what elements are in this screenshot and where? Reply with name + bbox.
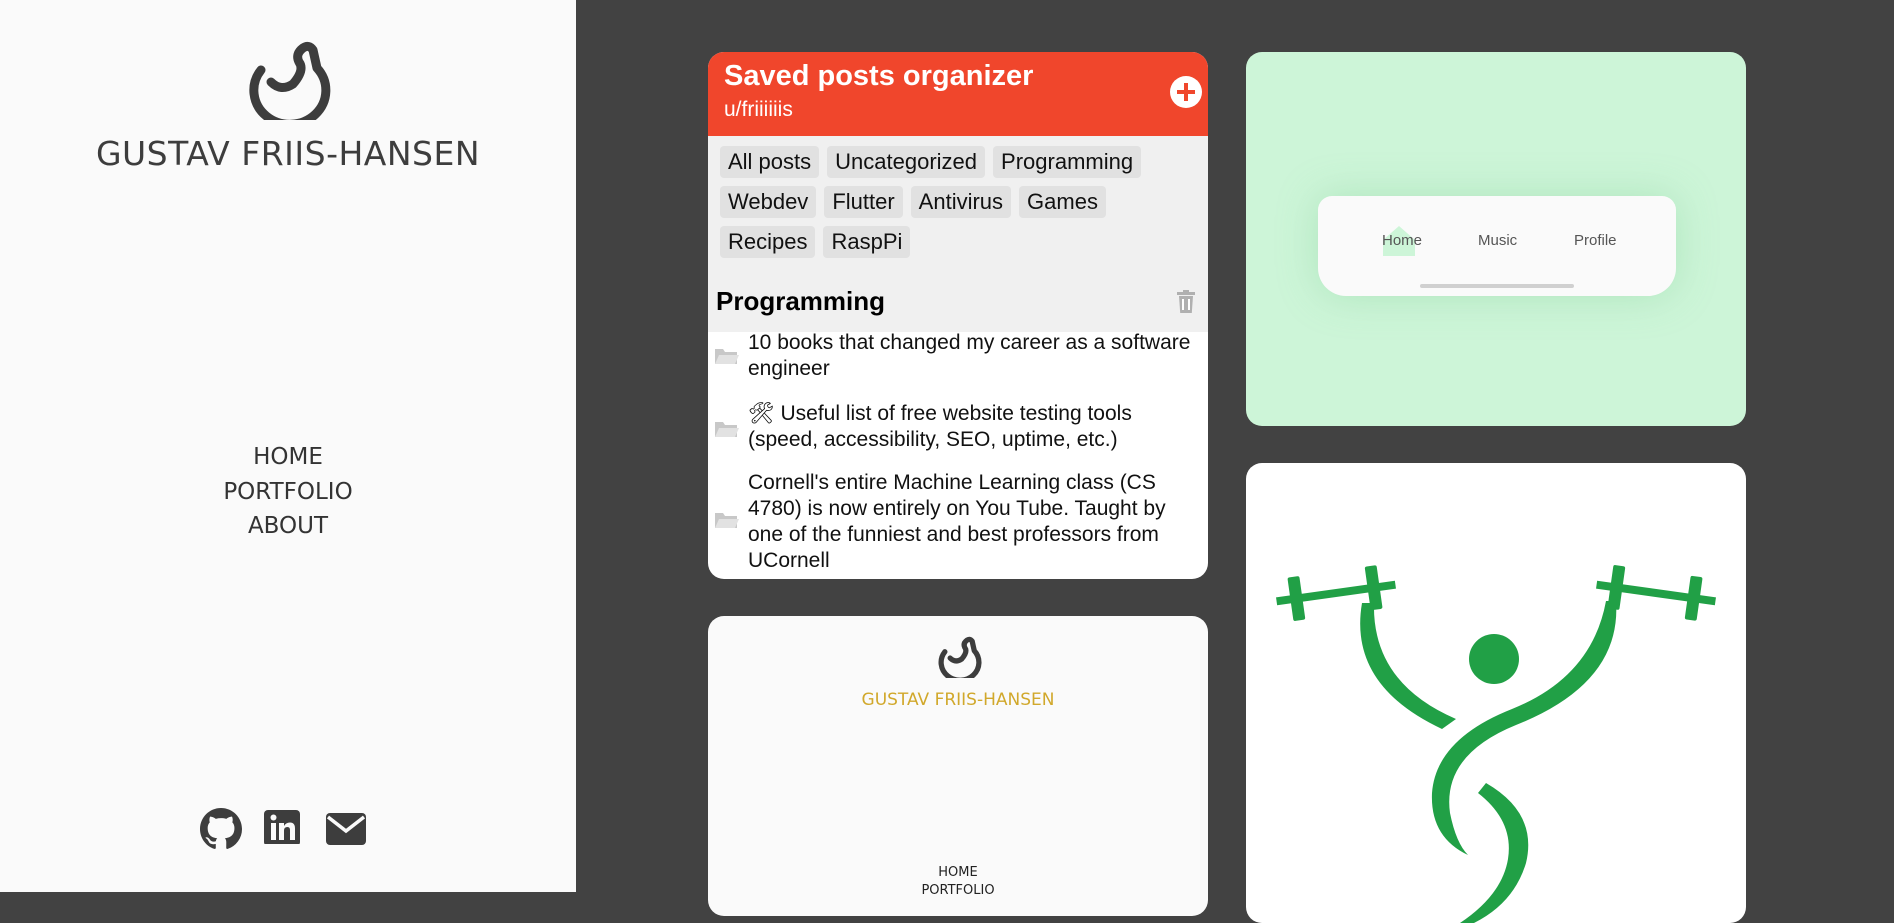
email-icon[interactable]	[326, 813, 366, 845]
nav-mockup-card[interactable]: Home Music Profile	[1246, 52, 1746, 426]
nav-about[interactable]: ABOUT	[0, 509, 576, 544]
folder-icon	[715, 349, 739, 364]
app-title: Saved posts organizer	[724, 60, 1034, 92]
tag-flutter[interactable]: Flutter	[824, 186, 903, 218]
nav-portfolio[interactable]: PORTFOLIO	[0, 475, 576, 510]
post-title: Cornell's entire Machine Learning class …	[748, 471, 1166, 572]
sidebar: GUSTAV FRIIS-HANSEN HOME PORTFOLIO ABOUT	[0, 0, 576, 892]
linkedin-icon[interactable]	[264, 808, 300, 844]
github-icon[interactable]	[200, 808, 242, 850]
preview-site-name: GUSTAV FRIIS-HANSEN	[861, 690, 1055, 710]
site-name: GUSTAV FRIIS-HANSEN	[95, 134, 481, 173]
website-preview-card[interactable]: GUSTAV FRIIS-HANSEN HOME PORTFOLIO	[708, 616, 1208, 916]
list-item[interactable]: 🛠 Useful list of free website testing to…	[714, 401, 1204, 457]
nav-item-profile[interactable]: Profile	[1574, 232, 1617, 249]
nav-item-home[interactable]: Home	[1382, 232, 1422, 249]
tag-programming[interactable]: Programming	[993, 146, 1142, 178]
trash-icon[interactable]	[1176, 290, 1196, 314]
tag-antivirus[interactable]: Antivirus	[910, 186, 1012, 218]
list-item[interactable]: Cornell's entire Machine Learning class …	[714, 470, 1204, 578]
folder-icon	[715, 513, 739, 528]
fitness-logo-card[interactable]	[1246, 463, 1746, 923]
g-swirl-logo-icon	[938, 636, 982, 678]
preview-nav-home: HOME	[938, 865, 978, 880]
home-indicator	[1420, 284, 1574, 288]
tag-all-posts[interactable]: All posts	[720, 146, 820, 178]
tag-games[interactable]: Games	[1019, 186, 1106, 218]
card-header: Saved posts organizer u/friiiiiis	[708, 52, 1208, 136]
nav-item-music[interactable]: Music	[1478, 232, 1517, 249]
tag-uncategorized[interactable]: Uncategorized	[827, 146, 986, 178]
weightlifter-logo-icon	[1276, 565, 1716, 923]
folder-icon	[715, 422, 739, 437]
post-title: 🛠 Useful list of free website testing to…	[748, 402, 1132, 451]
main-nav: HOME PORTFOLIO ABOUT	[0, 440, 576, 544]
post-title: 10 books that changed my career as a sof…	[748, 331, 1191, 380]
tag-raspi[interactable]: RaspPi	[823, 226, 911, 258]
saved-posts-card[interactable]: Saved posts organizer u/friiiiiis All po…	[708, 52, 1208, 579]
section-title: Programming	[716, 286, 886, 316]
preview-nav: HOME PORTFOLIO	[708, 864, 1208, 900]
list-item[interactable]: 10 books that changed my career as a sof…	[714, 330, 1204, 386]
tag-webdev[interactable]: Webdev	[720, 186, 817, 218]
add-icon[interactable]	[1170, 76, 1202, 108]
preview-nav-portfolio: PORTFOLIO	[921, 883, 995, 898]
username: u/friiiiiis	[724, 98, 793, 121]
nav-home[interactable]: HOME	[0, 440, 576, 475]
bottom-nav-bar: Home Music Profile	[1318, 196, 1676, 296]
tag-recipes[interactable]: Recipes	[720, 226, 816, 258]
g-swirl-logo-icon[interactable]	[241, 40, 331, 120]
